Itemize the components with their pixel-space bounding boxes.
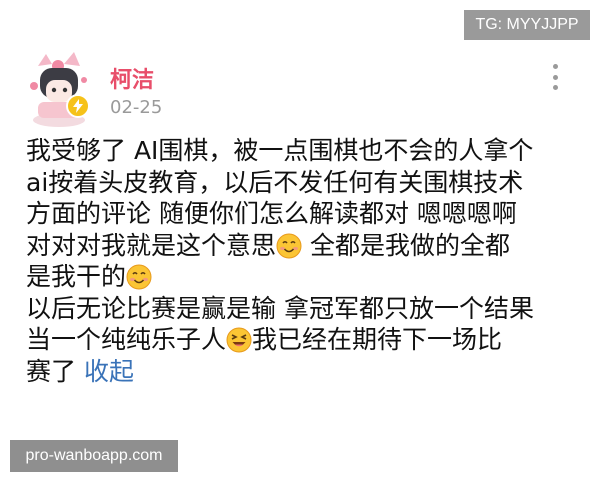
author-name[interactable]: 柯洁 — [110, 62, 154, 94]
post-line: 以后无论比赛是赢是输 拿冠军都只放一个结果 — [26, 293, 534, 323]
smile-emoji-icon — [276, 233, 302, 258]
vertical-ellipsis-icon — [552, 64, 558, 69]
site-watermark: pro-wanboapp.com — [10, 440, 178, 472]
lightning-verified-icon — [66, 94, 90, 118]
post-line: 赛了 收起 — [26, 356, 586, 388]
smile-emoji-icon — [126, 264, 152, 290]
post-line: 方面的评论 随便你们怎么解读都对 嗯嗯嗯啊 — [26, 199, 517, 228]
post-line: 对对对我就是这个意思 全都是我做的全都 — [26, 230, 586, 262]
post-text-segment: 我已经在期待下一场比 — [252, 325, 503, 354]
laughing-emoji-icon — [226, 327, 252, 353]
post-body: 我受够了 AI围棋，被一点围棋也不会的人拿个 ai按着头皮教育，以后不发任何有关… — [26, 135, 586, 387]
post-text-segment: 全都是我做的全都 — [302, 230, 510, 260]
post-date: 02-25 — [110, 97, 163, 118]
telegram-tag-text: TG: MYYJJPP — [475, 16, 579, 33]
post-line: ai按着头皮教育，以后不发任何有关围棋技术 — [26, 167, 524, 197]
post-text-segment: 是我干的 — [26, 262, 127, 291]
post-line: 我受够了 AI围棋，被一点围棋也不会的人拿个 — [26, 136, 534, 165]
more-options-button[interactable] — [548, 64, 562, 90]
post-line: 是我干的 — [26, 261, 586, 293]
telegram-tag-watermark: TG: MYYJJPP — [464, 10, 590, 40]
post-line: 当一个纯纯乐子人 我已经在期待下一场比 — [26, 324, 586, 356]
collapse-link[interactable]: 收起 — [84, 357, 134, 386]
post-text-segment: 对对对我就是这个意思 — [26, 230, 277, 260]
post-text-segment: 赛了 — [26, 356, 84, 386]
post-text-segment: 当一个纯纯乐子人 — [26, 325, 227, 354]
site-watermark-text: pro-wanboapp.com — [25, 447, 163, 464]
